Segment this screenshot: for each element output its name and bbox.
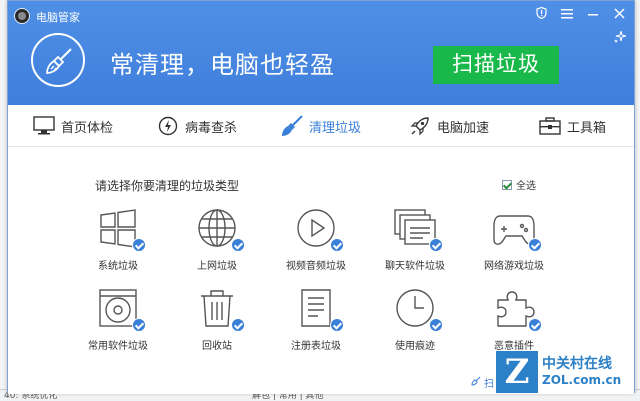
junk-item-label: 聊天软件垃圾 [385,261,445,272]
tab-label: 病毒查杀 [185,120,238,136]
banner-headline: 常清理，电脑也轻盈 [110,51,335,79]
junk-item-label: 注册表垃圾 [291,341,341,352]
globe-icon [195,206,245,252]
app-window: 电脑管家 常清理，电脑也轻盈 扫描垃圾 首页体检 病毒查杀 清理垃圾 电脑加速 … [7,0,635,394]
zol-watermark: Z 中关村在线 ZOL.com.cn [496,347,636,397]
screenshot: 40: 系统优化 解包 | 常用 | 其他 电脑管家 常清理，电脑也轻盈 扫描垃… [0,0,640,401]
tab-label: 首页体检 [61,120,114,136]
rocket-icon [409,115,431,137]
checked-icon [429,238,443,252]
checked-icon [330,318,344,332]
checked-icon [528,238,542,252]
footer-scan-link[interactable]: 扫 [471,375,494,390]
junk-item-label: 网络游戏垃圾 [484,261,544,272]
document-icon [294,286,344,332]
select-all-checkbox[interactable]: 全选 [502,177,536,192]
menu-icon[interactable] [560,7,574,23]
sparkle-icon[interactable] [614,30,627,46]
junk-item-online-game[interactable]: 网络游戏垃圾 [474,206,554,272]
junk-item-internet[interactable]: 上网垃圾 [177,206,257,272]
tab-virus-scan[interactable]: 病毒查杀 [157,105,237,147]
junk-item-label: 上网垃圾 [197,261,237,272]
tab-label: 电脑加速 [437,120,490,136]
close-icon[interactable] [612,7,626,23]
chat-window-icon [393,206,443,252]
window-controls [534,6,626,23]
title-bar: 电脑管家 [8,1,634,31]
tab-toolbox[interactable]: 工具箱 [539,105,606,147]
checkbox-icon [502,179,512,190]
trash-icon [195,286,245,332]
play-icon [294,206,344,252]
main-tabs: 首页体检 病毒查杀 清理垃圾 电脑加速 工具箱 [8,105,634,147]
disc-icon [96,286,146,332]
junk-item-registry[interactable]: 注册表垃圾 [276,286,356,352]
checked-icon [330,238,344,252]
junk-item-recycle-bin[interactable]: 回收站 [177,286,257,352]
checked-icon [528,318,542,332]
junk-item-usage-traces[interactable]: 使用痕迹 [375,286,455,352]
checked-icon [231,318,245,332]
header-banner: 电脑管家 常清理，电脑也轻盈 扫描垃圾 [8,1,634,105]
junk-item-label: 系统垃圾 [98,261,138,272]
junk-item-system[interactable]: 系统垃圾 [78,206,158,272]
shield-bolt-icon [157,115,179,137]
tab-speed-up[interactable]: 电脑加速 [409,105,489,147]
watermark-line2: ZOL.com.cn [542,373,622,387]
gamepad-icon [492,206,542,252]
junk-item-malicious-plugins[interactable]: 恶意插件 [474,286,554,352]
scan-junk-button[interactable]: 扫描垃圾 [433,46,559,84]
tab-label: 清理垃圾 [309,120,362,136]
shield-badge-icon[interactable] [534,6,548,23]
monitor-icon [33,115,55,137]
junk-item-label: 回收站 [202,341,232,352]
junk-type-prompt: 请选择你要清理的垃圾类型 [95,179,240,193]
clean-panel: 请选择你要清理的垃圾类型 全选 系统垃圾 上网垃圾 视频音频垃圾 聊天软件垃圾 … [8,148,634,394]
junk-item-common-software[interactable]: 常用软件垃圾 [78,286,158,352]
checked-icon [231,238,245,252]
windows-icon [96,206,146,252]
junk-item-label: 常用软件垃圾 [88,341,148,352]
tab-label: 工具箱 [567,120,607,136]
footer-scan-label: 扫 [484,379,494,390]
broom-small-icon [471,376,481,389]
broom-badge-icon [31,33,85,87]
clock-icon [393,286,443,332]
checked-icon [132,318,146,332]
puzzle-icon [492,286,542,332]
select-all-label: 全选 [516,181,536,192]
app-title: 电脑管家 [36,11,80,24]
checked-icon [429,318,443,332]
broom-icon [281,115,303,137]
junk-item-chat-software[interactable]: 聊天软件垃圾 [375,206,455,272]
toolbox-icon [539,115,561,137]
tab-clean-junk[interactable]: 清理垃圾 [281,105,361,147]
junk-item-label: 视频音频垃圾 [286,261,346,272]
zol-logo: Z [496,351,538,393]
watermark-line1: 中关村在线 [542,356,612,372]
minimize-icon[interactable] [586,7,600,23]
junk-item-label: 使用痕迹 [395,341,435,352]
tab-home-checkup[interactable]: 首页体检 [33,105,113,147]
avatar[interactable] [14,8,30,24]
junk-item-video-audio[interactable]: 视频音频垃圾 [276,206,356,272]
checked-icon [132,238,146,252]
